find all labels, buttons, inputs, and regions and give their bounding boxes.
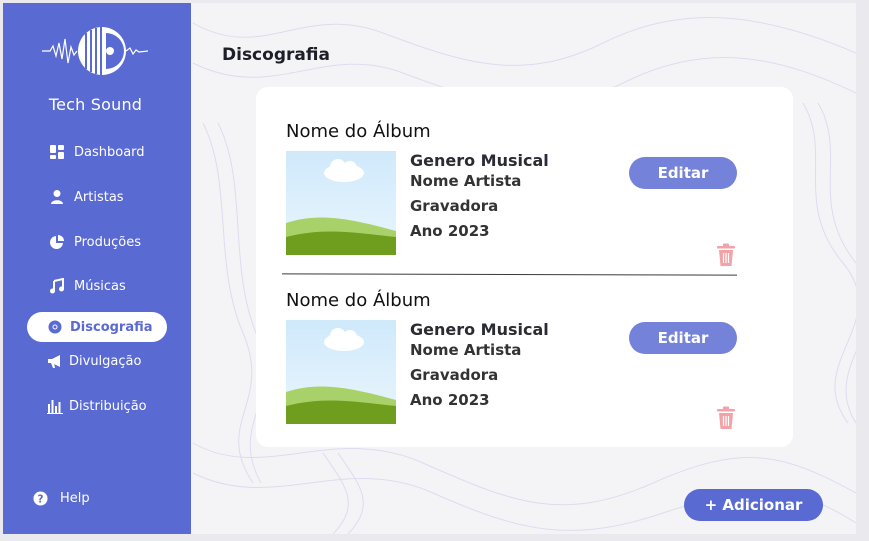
dashboard-icon [49, 144, 65, 160]
sidebar-item-discografia[interactable]: Discografia [27, 312, 167, 342]
edit-button[interactable]: Editar [629, 157, 737, 189]
sidebar-item-label: Artistas [74, 189, 124, 205]
help-circle-icon: ? [33, 490, 48, 506]
disc-icon [47, 319, 63, 335]
album-divider [281, 273, 738, 276]
svg-text:?: ? [38, 493, 44, 505]
album-genre: Genero Musical [410, 151, 549, 170]
bar-chart-icon [47, 398, 63, 414]
album-item: Nome do Álbum Genero Musical Nome Artist… [286, 121, 766, 271]
sidebar-item-label: Produções [74, 234, 141, 250]
sidebar-item-musicas[interactable]: Músicas [3, 273, 191, 299]
album-item: Nome do Álbum Genero Musical Nome Artist… [286, 290, 766, 440]
add-album-button[interactable]: + Adicionar [684, 489, 823, 521]
sidebar-item-distribuicao[interactable]: Distribuição [3, 393, 191, 419]
edit-button[interactable]: Editar [629, 322, 737, 354]
album-cover-image [286, 151, 396, 255]
album-title: Nome do Álbum [286, 121, 431, 142]
album-year: Ano 2023 [410, 391, 490, 409]
album-list-card: Nome do Álbum Genero Musical Nome Artist… [256, 87, 793, 447]
pie-chart-icon [49, 234, 65, 250]
sidebar-item-divulgacao[interactable]: Divulgação [3, 348, 191, 374]
brand-name: Tech Sound [48, 95, 143, 114]
megaphone-icon [47, 353, 63, 369]
trash-icon[interactable] [716, 243, 736, 267]
album-label: Gravadora [410, 197, 499, 215]
album-title: Nome do Álbum [286, 290, 431, 311]
sidebar-item-artistas[interactable]: Artistas [3, 184, 191, 210]
sidebar: Tech Sound Dashboard Artistas Produções … [3, 3, 191, 534]
help-label: Help [60, 490, 90, 506]
logo-icon [42, 27, 149, 75]
sidebar-item-dashboard[interactable]: Dashboard [3, 139, 191, 165]
sidebar-item-label: Distribuição [69, 398, 147, 414]
page-title: Discografia [222, 45, 330, 65]
album-artist: Nome Artista [410, 341, 522, 359]
sidebar-item-label: Divulgação [69, 353, 142, 369]
sidebar-item-label: Dashboard [74, 144, 145, 160]
album-info: Genero Musical Nome Artista Gravadora An… [410, 151, 549, 240]
trash-icon[interactable] [716, 406, 736, 430]
album-year: Ano 2023 [410, 222, 490, 240]
album-artist: Nome Artista [410, 172, 522, 190]
album-cover-image [286, 320, 396, 424]
sidebar-item-label: Músicas [74, 278, 126, 294]
music-note-icon [49, 278, 65, 294]
sidebar-item-producoes[interactable]: Produções [3, 229, 191, 255]
user-icon [49, 189, 65, 205]
album-info: Genero Musical Nome Artista Gravadora An… [410, 320, 549, 409]
album-genre: Genero Musical [410, 320, 549, 339]
sidebar-item-label: Discografia [70, 319, 153, 335]
album-label: Gravadora [410, 366, 499, 384]
help-link[interactable]: ? Help [3, 487, 191, 509]
